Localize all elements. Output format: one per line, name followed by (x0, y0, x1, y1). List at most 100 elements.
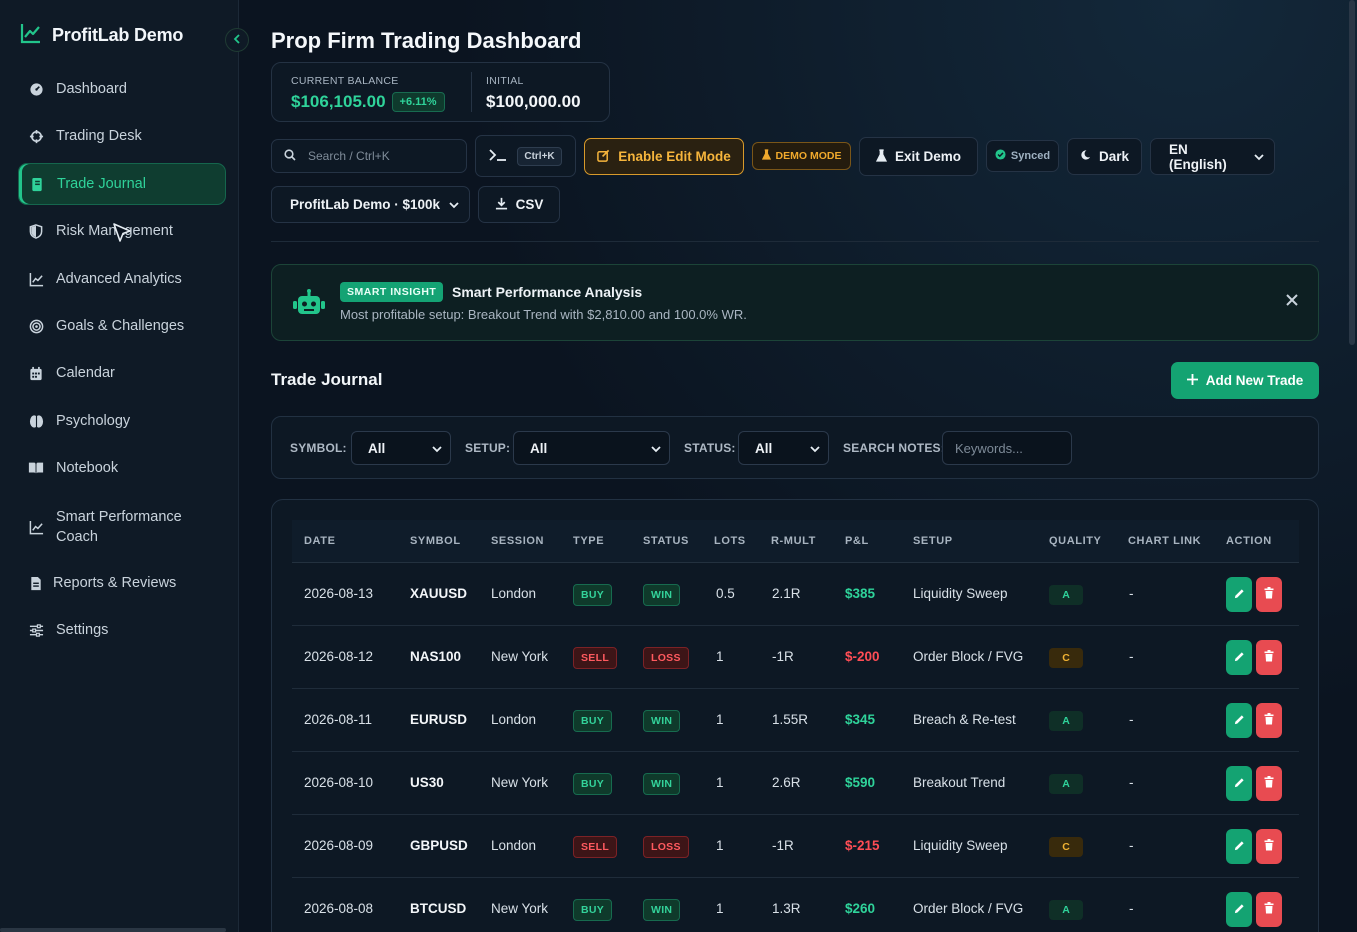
trash-icon (1264, 586, 1274, 604)
check-circle-icon (995, 149, 1006, 163)
table-row[interactable]: 2026-08-12 NAS100 New York SELL LOSS 1 -… (292, 626, 1299, 689)
delete-trade-button[interactable] (1256, 640, 1282, 675)
download-icon (495, 197, 508, 213)
sidebar-item-dashboard[interactable]: Dashboard (18, 78, 226, 100)
column-header[interactable]: LOTS (714, 535, 746, 547)
sidebar-item-advanced-analytics[interactable]: Advanced Analytics (18, 268, 226, 290)
column-header[interactable]: R-MULT (771, 535, 816, 547)
column-header[interactable]: ACTION (1226, 535, 1272, 547)
delete-trade-button[interactable] (1256, 829, 1282, 864)
column-header[interactable]: DATE (304, 535, 336, 547)
shield-icon (28, 223, 44, 239)
column-header[interactable]: QUALITY (1049, 535, 1101, 547)
edit-trade-button[interactable] (1226, 640, 1252, 675)
sidebar-item-reports-reviews[interactable]: Reports & Reviews (18, 572, 226, 594)
add-new-trade-button[interactable]: Add New Trade (1171, 362, 1319, 399)
column-header[interactable]: TYPE (573, 535, 604, 547)
line-chart-logo-icon (20, 22, 42, 49)
column-header[interactable]: P&L (845, 535, 869, 547)
current-balance-label: CURRENT BALANCE (291, 75, 399, 87)
initial-balance: INITIAL $100,000.00 (486, 75, 581, 112)
column-header[interactable]: SETUP (913, 535, 953, 547)
edit-trade-button[interactable] (1226, 703, 1252, 738)
status-filter-select[interactable]: All (738, 431, 829, 465)
trade-quality-badge: C (1049, 648, 1083, 668)
setup-filter-select[interactable]: All (513, 431, 670, 465)
column-header[interactable]: SYMBOL (410, 535, 461, 547)
table-row[interactable]: 2026-08-09 GBPUSD London SELL LOSS 1 -1R… (292, 815, 1299, 878)
trade-type-badge: BUY (573, 899, 613, 921)
page-scrollbar[interactable] (1349, 0, 1355, 345)
table-row[interactable]: 2026-08-10 US30 New York BUY WIN 1 2.6R … (292, 752, 1299, 815)
language-select[interactable]: EN (English) (1150, 138, 1275, 175)
balance-change-badge: +6.11% (391, 92, 445, 112)
pencil-icon (1234, 649, 1245, 667)
export-csv-button[interactable]: CSV (478, 186, 560, 223)
moon-icon (1080, 149, 1091, 164)
table-row[interactable]: 2026-08-11 EURUSD London BUY WIN 1 1.55R… (292, 689, 1299, 752)
trade-symbol: GBPUSD (410, 838, 468, 853)
trade-type-badge: SELL (573, 647, 618, 669)
close-icon[interactable] (1286, 293, 1298, 311)
shortcut-badge: Ctrl+K (517, 146, 562, 166)
notes-search-input[interactable]: Keywords... (942, 431, 1072, 465)
trade-status-badge: WIN (643, 773, 681, 795)
brand[interactable]: ProfitLab Demo (20, 22, 183, 49)
trade-pnl: $-200 (845, 649, 880, 664)
setup-filter-value: All (530, 440, 548, 456)
setup-filter-label: SETUP: (465, 441, 511, 455)
trade-type-badge: SELL (573, 836, 618, 858)
trade-symbol: XAUUSD (410, 586, 468, 601)
trade-lots: 1 (716, 838, 724, 853)
chevron-left-icon (232, 31, 242, 49)
edit-trade-button[interactable] (1226, 766, 1252, 801)
search-input[interactable]: Search / Ctrl+K (271, 139, 467, 173)
sidebar-item-goals-challenges[interactable]: Goals & Challenges (18, 315, 226, 337)
enable-edit-mode-button[interactable]: Enable Edit Mode (584, 138, 744, 175)
account-select[interactable]: ProfitLab Demo · $100k (271, 186, 470, 223)
trade-r-multiple: 2.1R (772, 586, 801, 601)
column-header[interactable]: CHART LINK (1128, 535, 1201, 547)
sidebar-item-label: Trading Desk (56, 128, 142, 144)
column-header[interactable]: STATUS (643, 535, 689, 547)
target-icon (28, 318, 44, 334)
sidebar-item-trade-journal[interactable]: Trade Journal (18, 163, 226, 205)
table-row[interactable]: 2026-08-08 BTCUSD New York BUY WIN 1 1.3… (292, 878, 1299, 932)
trade-pnl: $385 (845, 586, 876, 601)
trade-pnl: $590 (845, 775, 876, 790)
sidebar-item-calendar[interactable]: Calendar (18, 362, 226, 384)
pencil-icon (1234, 775, 1245, 793)
exit-demo-button[interactable]: Exit Demo (859, 137, 978, 176)
trade-status-badge: WIN (643, 710, 681, 732)
section-title: Trade Journal (271, 370, 383, 389)
trash-icon (1264, 649, 1274, 667)
command-palette-button[interactable]: Ctrl+K (475, 135, 576, 177)
trade-setup: Order Block / FVG (913, 901, 1024, 916)
edit-trade-button[interactable] (1226, 892, 1252, 927)
sidebar-item-trading-desk[interactable]: Trading Desk (18, 125, 226, 147)
trade-setup: Liquidity Sweep (913, 586, 1008, 601)
sidebar-item-label: Dashboard (56, 81, 127, 97)
collapse-sidebar-button[interactable] (225, 28, 249, 52)
edit-trade-button[interactable] (1226, 577, 1252, 612)
account-value: ProfitLab Demo · $100k (290, 197, 441, 212)
sidebar-scrollbar[interactable] (0, 928, 226, 932)
divider (271, 241, 1319, 242)
edit-trade-button[interactable] (1226, 829, 1252, 864)
theme-toggle-button[interactable]: Dark (1067, 138, 1142, 175)
sidebar-item-smart-performance-coach[interactable]: Smart Performance Coach (18, 506, 226, 548)
symbol-filter-select[interactable]: All (351, 431, 451, 465)
table-row[interactable]: 2026-08-13 XAUUSD London BUY WIN 0.5 2.1… (292, 563, 1299, 626)
gauge-icon (28, 81, 44, 97)
delete-trade-button[interactable] (1256, 892, 1282, 927)
column-header[interactable]: SESSION (491, 535, 544, 547)
trade-quality-badge: A (1049, 900, 1083, 920)
delete-trade-button[interactable] (1256, 577, 1282, 612)
delete-trade-button[interactable] (1256, 766, 1282, 801)
trade-session: London (491, 712, 537, 727)
delete-trade-button[interactable] (1256, 703, 1282, 738)
sidebar-item-settings[interactable]: Settings (18, 619, 226, 641)
insight-title: Smart Performance Analysis (452, 284, 643, 300)
sidebar-item-psychology[interactable]: Psychology (18, 410, 226, 432)
sidebar-item-notebook[interactable]: Notebook (18, 457, 226, 479)
